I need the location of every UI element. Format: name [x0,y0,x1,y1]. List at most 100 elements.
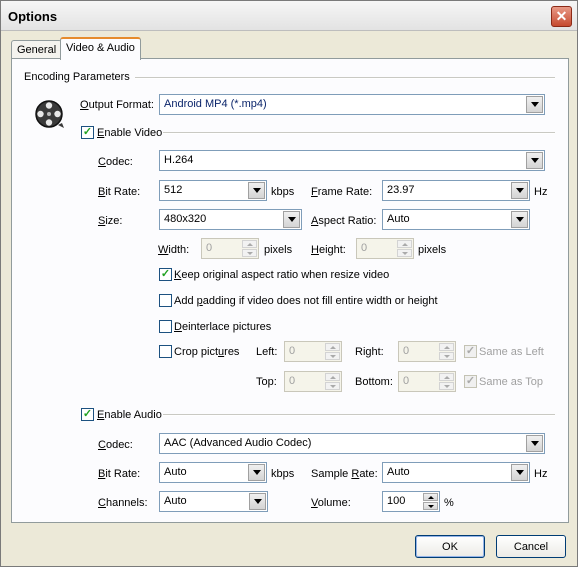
chevron-down-icon[interactable] [511,464,528,481]
height-label: Height: [311,244,346,256]
spin-down-icon[interactable] [423,502,438,510]
enable-audio-label: Enable Audio [97,409,162,421]
framerate-unit: Hz [534,186,548,198]
height-value: 0 [361,242,368,254]
close-icon: ✕ [555,8,568,24]
audio-bitrate-value: Auto [164,466,187,478]
spin-down-icon[interactable] [439,382,454,390]
audio-codec-label: Codec: [98,439,133,451]
keep-aspect-checkbox[interactable]: ✓ [159,268,172,281]
aspect-ratio-label: Aspect Ratio: [311,215,377,227]
spin-up-icon[interactable] [439,373,454,381]
framerate-value: 23.97 [387,184,415,196]
tab-video-audio[interactable]: Video & Audio [60,37,141,60]
samplerate-unit: Hz [534,468,548,480]
crop-right-spinner[interactable]: 0 [398,341,456,362]
enable-video-label: Enable Video [97,127,163,139]
same-as-top-checkbox[interactable]: ✓ [464,375,477,388]
close-button[interactable]: ✕ [551,6,572,27]
spin-up-icon[interactable] [325,373,340,381]
video-divider [163,132,555,134]
spin-up-icon[interactable] [325,343,340,351]
tab-panel: Encoding Parameters Output Format: Andro… [11,58,569,523]
crop-top-label: Top: [256,376,277,388]
crop-bottom-label: Bottom: [355,376,393,388]
crop-right-value: 0 [403,345,410,357]
chevron-down-icon[interactable] [526,435,543,452]
width-value: 0 [206,242,213,254]
crop-bottom-spinner[interactable]: 0 [398,371,456,392]
audio-bitrate-label: Bit Rate: [98,468,141,480]
volume-spinner[interactable]: 100 [382,491,440,512]
crop-right-label: Right: [355,346,384,358]
cancel-button[interactable]: Cancel [496,535,566,558]
chevron-down-icon[interactable] [511,182,528,199]
crop-left-spinner[interactable]: 0 [284,341,342,362]
audio-divider [163,414,555,416]
size-label: Size: [98,215,123,227]
crop-bottom-value: 0 [403,375,410,387]
chevron-down-icon[interactable] [526,96,543,113]
spin-up-icon[interactable] [423,493,438,501]
spin-up-icon[interactable] [242,240,257,248]
options-dialog: Options ✕ General Video & Audio Encoding… [0,0,578,567]
padding-label: Add padding if video does not fill entir… [174,295,438,307]
spin-down-icon[interactable] [397,249,412,257]
samplerate-select[interactable]: Auto [382,462,530,483]
aspect-ratio-value: Auto [387,213,410,225]
ok-button[interactable]: OK [415,535,485,558]
volume-label: Volume: [311,497,351,509]
crop-checkbox[interactable] [159,345,172,358]
framerate-select[interactable]: 23.97 [382,180,530,201]
output-format-select[interactable]: Android MP4 (*.mp4) [159,94,545,115]
crop-left-label: Left: [256,346,278,358]
spin-down-icon[interactable] [439,352,454,360]
channels-select[interactable]: Auto [159,491,268,512]
encoding-group-title: Encoding Parameters [24,71,130,83]
audio-codec-value: AAC (Advanced Audio Codec) [164,437,312,449]
size-select[interactable]: 480x320 [159,209,302,230]
height-unit: pixels [418,244,447,256]
crop-top-spinner[interactable]: 0 [284,371,342,392]
chevron-down-icon[interactable] [249,493,266,510]
same-as-left-checkbox[interactable]: ✓ [464,345,477,358]
framerate-label: Frame Rate: [311,186,373,198]
aspect-ratio-select[interactable]: Auto [382,209,530,230]
audio-bitrate-select[interactable]: Auto [159,462,267,483]
checkmark-icon: ✓ [465,375,476,387]
enable-video-checkbox[interactable]: ✓ [81,126,94,139]
encoding-divider [135,77,555,79]
width-spinner[interactable]: 0 [201,238,259,259]
checkmark-icon: ✓ [160,268,171,280]
samplerate-label: Sample Rate: [311,468,378,480]
spin-up-icon[interactable] [439,343,454,351]
crop-top-value: 0 [289,375,296,387]
spin-down-icon[interactable] [242,249,257,257]
tab-general[interactable]: General [11,40,63,59]
deinterlace-checkbox[interactable] [159,320,172,333]
height-spinner[interactable]: 0 [356,238,414,259]
spin-down-icon[interactable] [325,352,340,360]
spin-down-icon[interactable] [325,382,340,390]
chevron-down-icon[interactable] [248,464,265,481]
padding-checkbox[interactable] [159,294,172,307]
chevron-down-icon[interactable] [248,182,265,199]
video-codec-value: H.264 [164,154,194,166]
video-codec-select[interactable]: H.264 [159,150,545,171]
spin-up-icon[interactable] [397,240,412,248]
checkmark-icon: ✓ [82,126,93,138]
same-as-left-label: Same as Left [479,346,544,358]
width-label: Width: [158,244,190,256]
audio-codec-select[interactable]: AAC (Advanced Audio Codec) [159,433,545,454]
crop-label: Crop pictures [174,346,240,358]
channels-value: Auto [164,495,187,507]
crop-left-value: 0 [289,345,296,357]
channels-label: Channels: [98,497,148,509]
film-reel-icon [35,100,64,128]
chevron-down-icon[interactable] [511,211,528,228]
chevron-down-icon[interactable] [526,152,543,169]
audio-bitrate-unit: kbps [271,468,295,480]
enable-audio-checkbox[interactable]: ✓ [81,408,94,421]
chevron-down-icon[interactable] [283,211,300,228]
video-bitrate-select[interactable]: 512 [159,180,267,201]
